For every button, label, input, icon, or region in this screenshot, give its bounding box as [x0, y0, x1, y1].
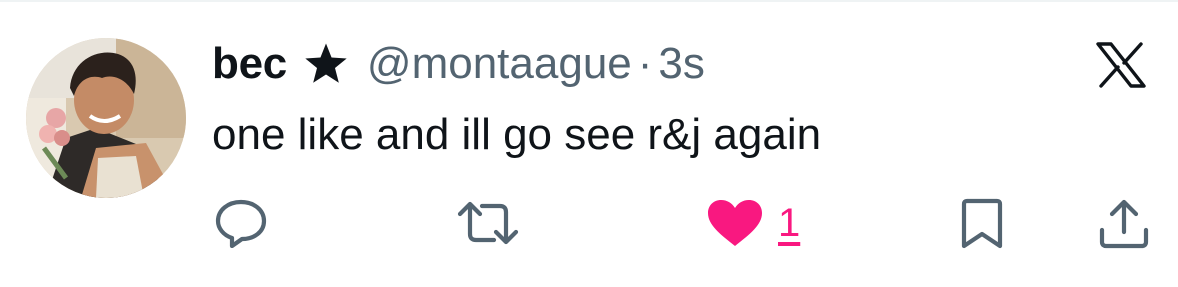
timestamp[interactable]: 3s: [658, 39, 704, 89]
retweet-icon: [456, 198, 520, 248]
reply-icon: [214, 198, 268, 248]
like-count: 1: [778, 201, 801, 245]
separator-dot: ·: [637, 39, 653, 88]
tweet-header: bec @montaague · 3s: [212, 36, 705, 92]
retweet-button[interactable]: [456, 198, 520, 248]
bookmark-button[interactable]: [958, 198, 1006, 250]
avatar[interactable]: [26, 38, 186, 198]
bookmark-icon: [958, 198, 1006, 250]
heart-icon: [706, 198, 764, 248]
share-icon: [1098, 198, 1150, 250]
top-divider: [0, 0, 1178, 2]
x-logo-icon: [1096, 42, 1146, 88]
display-name[interactable]: bec: [212, 39, 287, 89]
reply-button[interactable]: [214, 198, 268, 248]
tweet-text: one like and ill go see r&j again: [212, 110, 822, 159]
share-button[interactable]: [1098, 198, 1150, 250]
star-icon: [303, 42, 349, 86]
like-button[interactable]: 1: [706, 198, 800, 248]
user-handle[interactable]: @montaague: [367, 39, 632, 89]
